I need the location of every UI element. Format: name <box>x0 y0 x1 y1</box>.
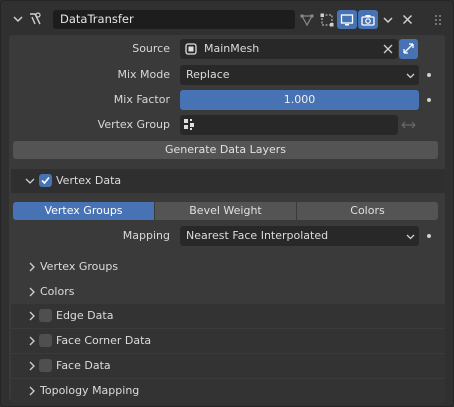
section-edge-data[interactable]: Edge Data <box>11 304 445 328</box>
chevron-down-icon <box>406 73 415 79</box>
chevron-down-icon[interactable] <box>25 176 35 186</box>
mix-mode-label: Mix Mode <box>117 68 170 81</box>
camera-icon <box>361 14 375 26</box>
chevron-right-icon <box>29 361 35 371</box>
mapping-value: Nearest Face Interpolated <box>186 229 329 242</box>
keyframe-dot-icon[interactable] <box>427 73 431 77</box>
chevron-right-icon <box>29 386 35 396</box>
remove-modifier-button[interactable] <box>399 10 415 29</box>
subpanel-vertex-groups[interactable]: Vertex Groups <box>11 255 445 279</box>
source-object-name: MainMesh <box>204 42 260 55</box>
chevron-right-icon <box>29 287 35 297</box>
tab-colors[interactable]: Colors <box>297 202 438 220</box>
mix-factor-slider[interactable]: 1.000 <box>180 90 419 110</box>
vertex-data-title: Vertex Data <box>56 174 122 187</box>
section-label: Edge Data <box>56 309 114 322</box>
subpanel-colors[interactable]: Colors <box>11 280 445 304</box>
chevron-right-icon <box>29 336 35 346</box>
clear-icon[interactable] <box>383 44 393 54</box>
mapping-dropdown[interactable]: Nearest Face Interpolated <box>180 226 419 246</box>
subpanel-label: Vertex Groups <box>40 260 119 273</box>
monitor-icon <box>340 13 354 25</box>
subpanel-label: Colors <box>40 285 75 298</box>
modifier-panel: DataTransfer Source MainMesh Mix Mode Re… <box>0 0 454 407</box>
mix-mode-dropdown[interactable]: Replace <box>180 65 419 85</box>
transform-icon <box>403 43 414 54</box>
section-label: Face Corner Data <box>56 334 152 347</box>
mix-factor-label: Mix Factor <box>113 93 170 106</box>
arrow-left-right-icon <box>401 121 416 129</box>
vertex-data-checkbox[interactable] <box>39 174 52 187</box>
close-icon <box>402 14 412 25</box>
tab-vertex-groups[interactable]: Vertex Groups <box>13 202 155 220</box>
mapping-label: Mapping <box>122 229 170 242</box>
vertex-group-field[interactable] <box>180 115 398 135</box>
vertex-group-icon <box>184 119 194 130</box>
object-transform-toggle[interactable] <box>399 39 418 59</box>
render-button[interactable] <box>358 10 378 29</box>
mesh-object-icon <box>185 43 197 55</box>
keyframe-dot-icon[interactable] <box>427 234 431 238</box>
chevron-down-icon <box>406 234 415 240</box>
face-data-checkbox[interactable] <box>39 359 52 372</box>
collapse-chevron-icon[interactable] <box>11 12 25 26</box>
face-corner-data-checkbox[interactable] <box>39 334 52 347</box>
chevron-down-icon <box>383 16 393 23</box>
realtime-display-button[interactable] <box>337 10 357 29</box>
source-object-field[interactable]: MainMesh <box>180 39 398 59</box>
chevron-right-icon <box>29 262 35 272</box>
vertex-data-subpanel-header[interactable]: Vertex Data <box>11 169 445 193</box>
invert-vertex-group-button[interactable] <box>399 115 418 135</box>
source-label: Source <box>132 42 170 55</box>
edit-mode-icon <box>320 13 334 26</box>
section-label: Topology Mapping <box>40 384 140 397</box>
edge-data-checkbox[interactable] <box>39 309 52 322</box>
vertex-data-type-tabs: Vertex Groups Bevel Weight Colors <box>13 202 438 220</box>
keyframe-dot-icon[interactable] <box>427 98 431 102</box>
tab-bevel-weight[interactable]: Bevel Weight <box>155 202 297 220</box>
section-face-data[interactable]: Face Data <box>11 354 445 378</box>
checkmark-icon <box>41 176 50 185</box>
edit-mode-button[interactable] <box>317 10 337 29</box>
on-cage-button[interactable] <box>297 10 317 29</box>
generate-data-layers-button[interactable]: Generate Data Layers <box>13 141 438 159</box>
mix-mode-value: Replace <box>186 68 230 81</box>
chevron-right-icon <box>29 311 35 321</box>
section-topology-mapping[interactable]: Topology Mapping <box>11 379 445 403</box>
section-label: Face Data <box>56 359 111 372</box>
wrench-icon <box>30 12 41 25</box>
modifier-name-input[interactable]: DataTransfer <box>53 10 295 29</box>
section-face-corner-data[interactable]: Face Corner Data <box>11 329 445 353</box>
vertex-triangle-icon <box>300 14 314 26</box>
drag-handle-icon[interactable] <box>433 13 443 27</box>
modifier-menu-button[interactable] <box>378 10 398 29</box>
vertex-group-label: Vertex Group <box>97 118 170 131</box>
